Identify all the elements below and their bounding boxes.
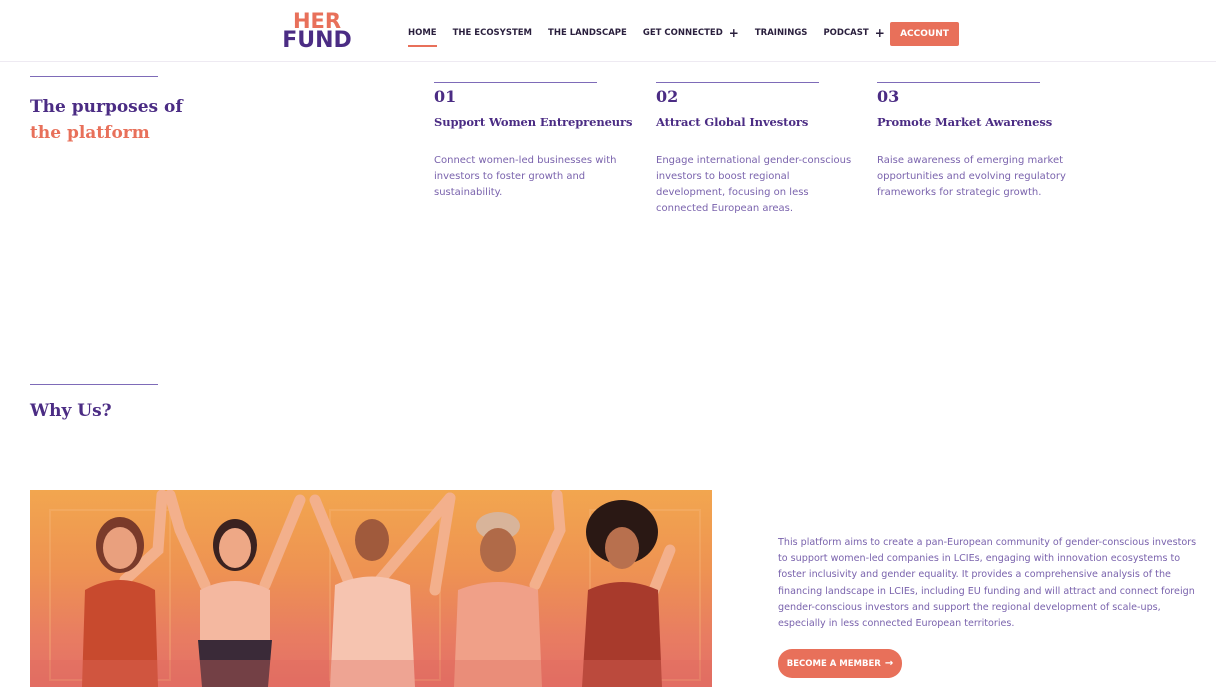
purpose-card: 03 Promote Market Awareness Raise awaren… [877,82,1077,201]
card-divider [434,82,597,83]
plus-icon: + [728,26,739,40]
card-description: Raise awareness of emerging market oppor… [877,155,1066,198]
logo-fund: FUND [282,28,352,53]
section-divider [30,76,158,77]
card-description: Engage international gender-conscious in… [656,155,852,214]
section-divider [30,384,158,385]
team-photo [30,490,712,687]
card-divider [877,82,1040,83]
purposes-title-line2: the platform [30,123,150,143]
card-description: Connect women-led businesses with invest… [434,155,617,198]
card-divider [656,82,819,83]
card-title: Promote Market Awareness [877,115,1053,129]
main-nav: HOME THE ECOSYSTEM THE LANDSCAPE GET CON… [408,26,901,47]
nav-podcast[interactable]: PODCAST + [823,26,885,40]
account-button[interactable]: ACCOUNT [890,22,959,46]
women-celebrating-illustration [30,490,712,687]
why-us-title: Why Us? [30,401,112,421]
purpose-card: 02 Attract Global Investors Engage inter… [656,82,856,217]
nav-the-ecosystem[interactable]: THE ECOSYSTEM [453,28,532,38]
plus-icon: + [874,26,885,40]
nav-the-landscape[interactable]: THE LANDSCAPE [548,28,627,38]
card-number: 01 [434,87,457,106]
card-title: Attract Global Investors [656,115,809,129]
nav-get-connected[interactable]: GET CONNECTED + [643,26,739,40]
arrow-right-icon: → [884,658,894,669]
card-number: 03 [877,87,900,106]
nav-home[interactable]: HOME [408,28,437,47]
herfund-logo[interactable]: HER FUND [281,11,353,54]
why-us-description: This platform aims to create a pan-Europ… [778,537,1197,630]
site-header: HER FUND HOME THE ECOSYSTEM THE LANDSCAP… [0,0,1216,62]
become-member-button[interactable]: BECOME A MEMBER → [778,649,902,678]
purpose-card: 01 Support Women Entrepreneurs Connect w… [434,82,634,201]
nav-trainings[interactable]: TRAININGS [755,28,808,38]
card-title: Support Women Entrepreneurs [434,115,633,129]
purposes-title-line1: The purposes of [30,97,183,117]
card-number: 02 [656,87,679,106]
become-member-label: BECOME A MEMBER [786,658,881,669]
purposes-title: The purposes of the platform [30,94,183,146]
